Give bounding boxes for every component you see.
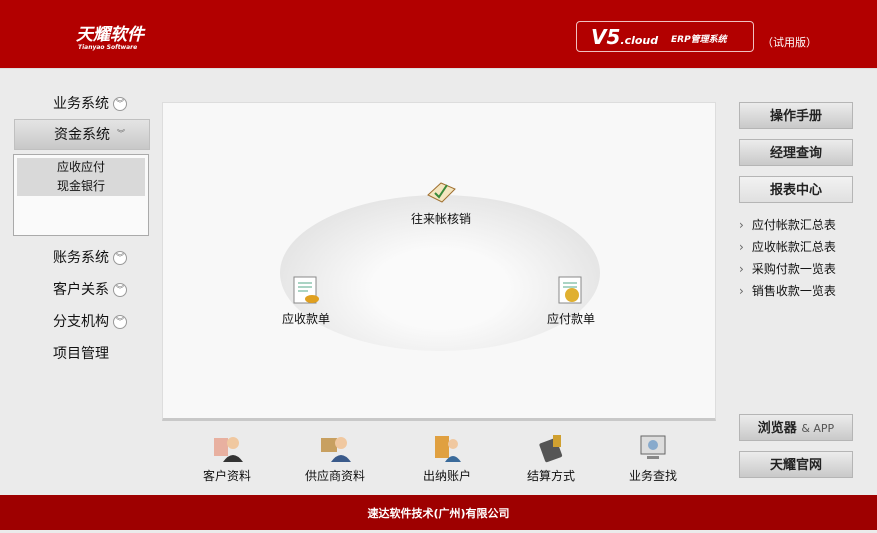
chevron-down-icon: ︾ (113, 97, 127, 111)
nav-funds[interactable]: 资金系统 ︾ (14, 119, 150, 150)
settlement-methods[interactable]: 结算方式 (506, 432, 596, 484)
report-center-button[interactable]: 报表中心 (739, 176, 853, 203)
flow-receipt[interactable]: 应收款单 (266, 275, 346, 327)
report-link[interactable]: › 采购付款一览表 (739, 260, 836, 277)
submenu-cash-bank[interactable]: 现金银行 (17, 177, 145, 196)
payment-icon (558, 276, 582, 304)
chevron-down-icon: ︾ (113, 283, 127, 297)
footer: 速达软件技术(广州)有限公司 (0, 495, 877, 530)
supplier-data[interactable]: 供应商资料 (290, 432, 380, 484)
business-search[interactable]: 业务查找 (608, 432, 698, 484)
chevron-right-icon: › (739, 262, 744, 276)
manual-button[interactable]: 操作手册 (739, 102, 853, 129)
pos-terminal-icon (539, 435, 563, 463)
report-link[interactable]: › 销售收款一览表 (739, 282, 836, 299)
ledger-icon (427, 182, 456, 203)
cashier-icon (435, 436, 461, 462)
flow-reconcile[interactable]: 往来帐核销 (401, 175, 481, 227)
supplier-icon (321, 437, 351, 462)
chevron-right-icon: › (739, 284, 744, 298)
flow-panel: 往来帐核销 应收款单 应付款单 (162, 102, 716, 421)
header: 天耀软件 Tianyao Software V5.cloud ERP管理系统 （试… (0, 0, 877, 69)
logo: 天耀软件 Tianyao Software (76, 25, 144, 51)
edition-label: （试用版） (762, 36, 817, 49)
nav-accounting[interactable]: 账务系统 ︾ (14, 243, 150, 273)
funds-submenu: 应收应付 现金银行 (13, 154, 149, 236)
browser-app-button[interactable]: 浏览器 & APP (739, 414, 853, 441)
submenu-receivable-payable[interactable]: 应收应付 (17, 158, 145, 177)
chevron-right-icon: › (739, 240, 744, 254)
customer-data[interactable]: 客户资料 (182, 432, 272, 484)
flow-payment[interactable]: 应付款单 (531, 275, 611, 327)
nav-branches[interactable]: 分支机构 ︾ (14, 307, 150, 337)
customer-icon (214, 437, 243, 462)
report-link[interactable]: › 应付帐款汇总表 (739, 216, 836, 233)
receipt-icon (293, 276, 319, 304)
manager-query-button[interactable]: 经理查询 (739, 139, 853, 166)
monitor-search-icon (640, 435, 666, 459)
nav-crm[interactable]: 客户关系 ︾ (14, 275, 150, 305)
version-badge: V5.cloud ERP管理系统 (576, 21, 754, 52)
nav-business[interactable]: 业务系统 ︾ (14, 89, 150, 119)
nav-projects[interactable]: 项目管理 (14, 339, 150, 369)
official-site-button[interactable]: 天耀官网 (739, 451, 853, 478)
cashier-accounts[interactable]: 出纳账户 (402, 432, 492, 484)
chevron-down-icon: ︾ (113, 251, 127, 265)
report-link[interactable]: › 应收帐款汇总表 (739, 238, 836, 255)
chevron-right-icon: › (739, 218, 744, 232)
chevron-down-icon: ︾ (113, 315, 127, 329)
chevron-down-icon: ︾ (117, 129, 125, 138)
